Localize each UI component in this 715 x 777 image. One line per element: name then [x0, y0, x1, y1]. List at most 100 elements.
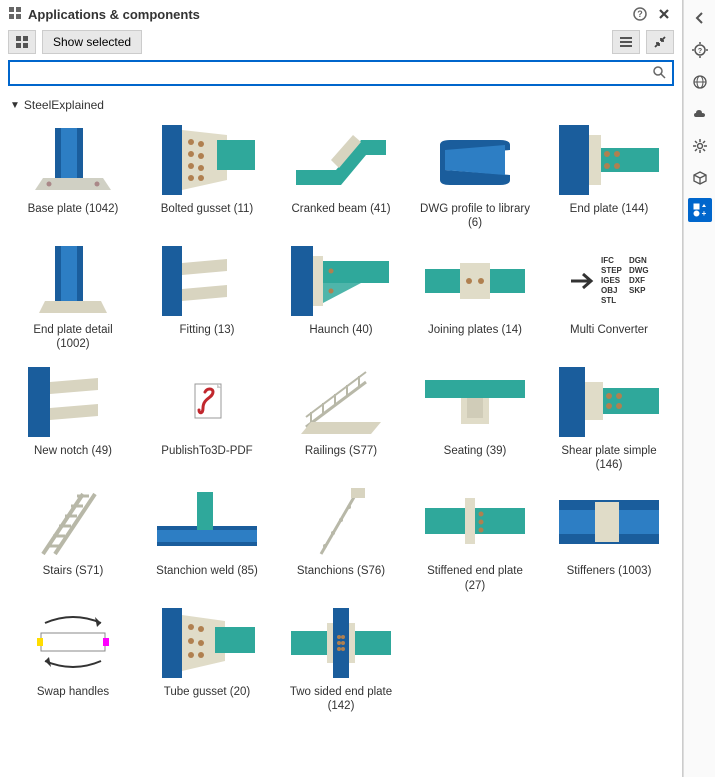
settings-help-button[interactable]: ?: [688, 38, 712, 62]
thumbnail-icon: [559, 482, 659, 562]
search-box[interactable]: [8, 60, 674, 86]
thumbnail-icon: [157, 482, 257, 562]
thumbnail-label: DWG profile to library (6): [420, 202, 530, 231]
thumbnail-label: Cranked beam (41): [291, 202, 390, 230]
component-base-plate[interactable]: Base plate (1042): [8, 118, 138, 233]
thumbnail-label: New notch (49): [34, 444, 112, 472]
thumbnail-icon: [23, 241, 123, 321]
globe-button[interactable]: [688, 70, 712, 94]
help-button[interactable]: ?: [630, 4, 650, 24]
group-name: SteelExplained: [24, 98, 104, 112]
component-bolted-gusset[interactable]: Bolted gusset (11): [142, 118, 272, 233]
component-end-plate[interactable]: End plate (144): [544, 118, 674, 233]
component-multi-converter[interactable]: IFCSTEPIGESOBJSTLDGNDWGDXFSKP Multi Conv…: [544, 239, 674, 354]
component-haunch[interactable]: Haunch (40): [276, 239, 406, 354]
component-tube-gusset[interactable]: Tube gusset (20): [142, 601, 272, 716]
component-dwg-profile[interactable]: DWG profile to library (6): [410, 118, 540, 233]
thumbnail-icon: [157, 362, 257, 442]
thumbnail-icon: [157, 603, 257, 683]
svg-text:DWG: DWG: [629, 266, 649, 275]
search-input[interactable]: [16, 66, 652, 80]
svg-text:STEP: STEP: [601, 266, 623, 275]
thumbnail-icon: [23, 482, 123, 562]
thumbnail-label: Shear plate simple (146): [554, 444, 664, 473]
thumbnail-label: Fitting (13): [180, 323, 235, 351]
panel-title: Applications & components: [28, 7, 200, 22]
component-cranked-beam[interactable]: Cranked beam (41): [276, 118, 406, 233]
thumbnail-label: End plate detail (1002): [18, 323, 128, 352]
svg-text:STL: STL: [601, 296, 616, 305]
svg-text:SKP: SKP: [629, 286, 646, 295]
thumbnail-icon: [425, 482, 525, 562]
component-stiffened-end-plate[interactable]: Stiffened end plate (27): [410, 480, 540, 595]
search-row: [0, 60, 682, 92]
expand-right-button[interactable]: [688, 6, 712, 30]
thumbnail-label: Haunch (40): [309, 323, 372, 351]
thumbnail-label: Seating (39): [444, 444, 507, 472]
thumbnail-label: Bolted gusset (11): [161, 202, 253, 230]
thumbnail-label: Stanchion weld (85): [156, 564, 258, 592]
thumbnail-label: Railings (S77): [305, 444, 377, 472]
thumbnail-icon: [23, 603, 123, 683]
main-panel: Applications & components ? Show selecte…: [0, 0, 683, 777]
thumbnail-label: Joining plates (14): [428, 323, 522, 351]
group-header[interactable]: ▼ SteelExplained: [8, 96, 674, 118]
thumbnail-icon: IFCSTEPIGESOBJSTLDGNDWGDXFSKP: [559, 241, 659, 321]
thumbnail-label: Multi Converter: [570, 323, 648, 351]
side-toolbar: ? +: [683, 0, 715, 777]
thumbnail-label: Stanchions (S76): [297, 564, 385, 592]
component-stanchions[interactable]: Stanchions (S76): [276, 480, 406, 595]
thumbnail-label: Tube gusset (20): [164, 685, 251, 713]
content-area: ▼ SteelExplained Base plate (1042) Bolte…: [0, 92, 682, 777]
components-tab-button[interactable]: +: [688, 198, 712, 222]
thumbnail-icon: [425, 362, 525, 442]
component-shear-plate-simple[interactable]: Shear plate simple (146): [544, 360, 674, 475]
cube-button[interactable]: [688, 166, 712, 190]
thumbnail-label: End plate (144): [570, 202, 649, 230]
thumbnail-icon: [425, 241, 525, 321]
thumbnail-label: Swap handles: [37, 685, 109, 713]
svg-text:?: ?: [697, 48, 701, 55]
collapse-triangle-icon: ▼: [10, 100, 20, 111]
thumbnail-icon: [23, 362, 123, 442]
component-railings[interactable]: Railings (S77): [276, 360, 406, 475]
component-publish-3d-pdf[interactable]: PublishTo3D-PDF: [142, 360, 272, 475]
thumbnail-icon: [157, 120, 257, 200]
component-seating[interactable]: Seating (39): [410, 360, 540, 475]
thumbnail-icon: [559, 362, 659, 442]
search-icon: [652, 65, 666, 82]
thumbnail-icon: [157, 241, 257, 321]
titlebar: Applications & components ?: [0, 0, 682, 28]
show-selected-button[interactable]: Show selected: [42, 30, 142, 54]
component-stanchion-weld[interactable]: Stanchion weld (85): [142, 480, 272, 595]
thumbnail-icon: [291, 603, 391, 683]
svg-text:+: +: [701, 209, 706, 218]
thumbnail-label: Stiffened end plate (27): [420, 564, 530, 593]
grid-view-button[interactable]: [8, 30, 36, 54]
component-stairs[interactable]: Stairs (S71): [8, 480, 138, 595]
svg-text:?: ?: [637, 9, 643, 19]
component-end-plate-detail[interactable]: End plate detail (1002): [8, 239, 138, 354]
list-view-button[interactable]: [612, 30, 640, 54]
svg-text:DXF: DXF: [629, 276, 645, 285]
component-stiffeners[interactable]: Stiffeners (1003): [544, 480, 674, 595]
component-fitting[interactable]: Fitting (13): [142, 239, 272, 354]
close-button[interactable]: [654, 4, 674, 24]
component-joining-plates[interactable]: Joining plates (14): [410, 239, 540, 354]
component-new-notch[interactable]: New notch (49): [8, 360, 138, 475]
component-swap-handles[interactable]: Swap handles: [8, 601, 138, 716]
svg-text:IFC: IFC: [601, 256, 614, 265]
cloud-button[interactable]: [688, 102, 712, 126]
thumbnail-icon: [559, 120, 659, 200]
thumbnail-icon: [23, 120, 123, 200]
thumbnail-label: Base plate (1042): [28, 202, 119, 230]
gear-button[interactable]: [688, 134, 712, 158]
thumbnail-grid: Base plate (1042) Bolted gusset (11) Cra…: [8, 118, 674, 716]
svg-text:DGN: DGN: [629, 256, 647, 265]
component-two-sided-end-plate[interactable]: Two sided end plate (142): [276, 601, 406, 716]
thumbnail-icon: [291, 362, 391, 442]
svg-text:OBJ: OBJ: [601, 286, 617, 295]
thumbnail-icon: [291, 120, 391, 200]
collapse-button[interactable]: [646, 30, 674, 54]
thumbnail-label: Two sided end plate (142): [286, 685, 396, 714]
